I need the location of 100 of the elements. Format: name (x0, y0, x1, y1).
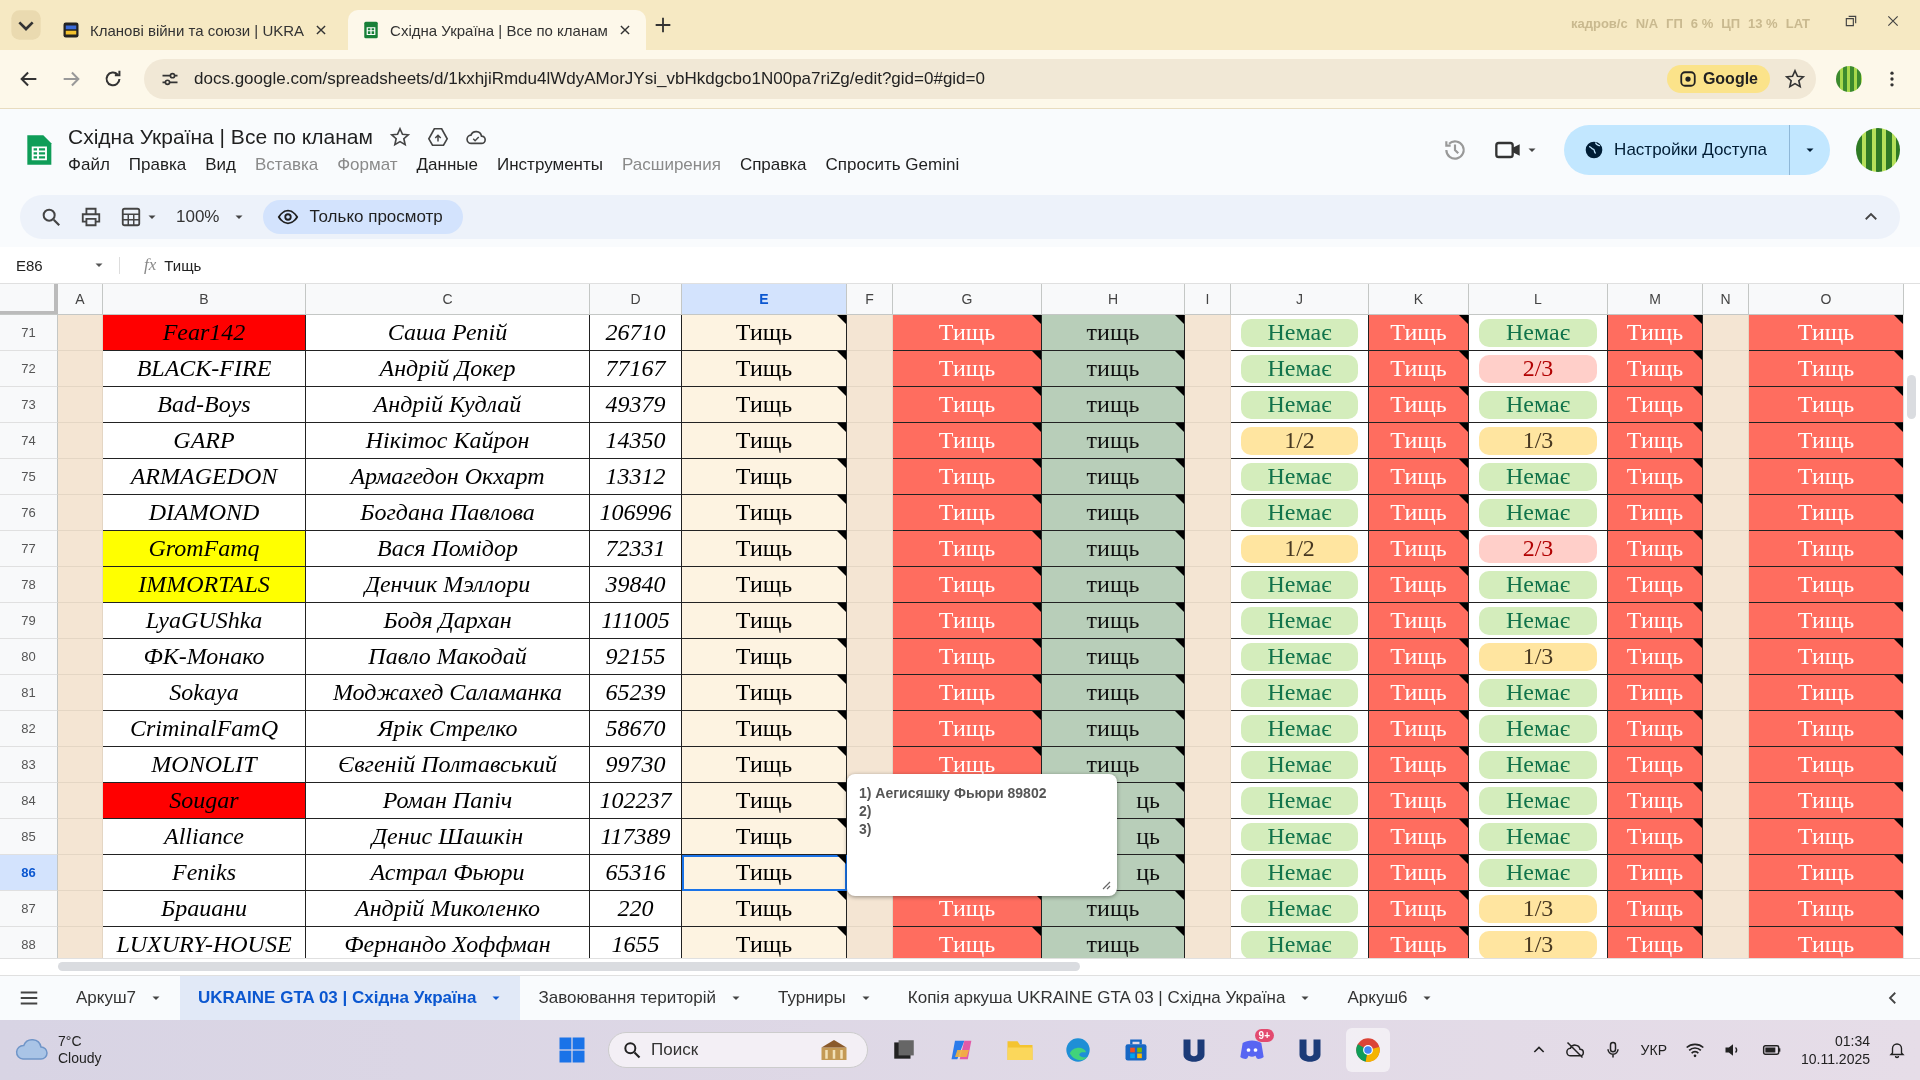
language-indicator[interactable]: УКР (1640, 1042, 1667, 1058)
row-header[interactable]: 87 (0, 891, 58, 927)
column-header[interactable]: A (58, 284, 103, 314)
table-cell[interactable]: Тищь (682, 459, 847, 495)
table-cell: Тищь (1749, 819, 1903, 855)
sheet-tab[interactable]: Завоювання територій (520, 976, 761, 1020)
column-header[interactable]: G (893, 284, 1042, 314)
table-cell[interactable]: Тищь (682, 603, 847, 639)
table-cell: Тищь (1749, 351, 1903, 387)
row-header[interactable]: 85 (0, 819, 58, 855)
clock-time[interactable]: 01:34 (1834, 1032, 1870, 1050)
table-cell: Тищь (1608, 819, 1703, 855)
table-cell[interactable]: Тищь (682, 495, 847, 531)
menu-item[interactable]: Данные (416, 155, 478, 175)
row-header[interactable]: 77 (0, 531, 58, 567)
menu-item[interactable]: Правка (128, 155, 187, 175)
status-chip: Немає (1241, 642, 1358, 671)
row-header[interactable]: 88 (0, 927, 58, 958)
status-chip: Немає (1241, 606, 1358, 635)
column-header[interactable]: M (1608, 284, 1703, 314)
sheet-tab[interactable]: UKRAINE GTA 03 | Східна Україна (180, 976, 521, 1020)
row-header[interactable]: 74 (0, 423, 58, 459)
column-header[interactable]: J (1231, 284, 1369, 314)
row-header[interactable]: 84 (0, 783, 58, 819)
table-cell[interactable]: Тищь (682, 531, 847, 567)
menu-item[interactable]: Инструменты (497, 155, 603, 175)
share-button[interactable]: Настройки Доступа (1564, 125, 1830, 175)
row-header[interactable]: 79 (0, 603, 58, 639)
name-box[interactable]: E86 (0, 256, 120, 274)
column-header[interactable]: B (103, 284, 306, 314)
table-cell[interactable]: Тищь (682, 783, 847, 819)
notification-badge: 9+ (1254, 1029, 1274, 1042)
sheet-tab[interactable]: Копія аркуша UKRAINE GTA 03 | Східна Україна (889, 976, 1330, 1020)
table-cell: Тищь (1749, 423, 1903, 459)
row-header[interactable]: 76 (0, 495, 58, 531)
column-header[interactable]: E (682, 284, 847, 314)
view-only-chip[interactable]: Только просмотр (263, 200, 463, 234)
status-chip: 1/2 (1241, 534, 1358, 563)
row-header[interactable]: 78 (0, 567, 58, 603)
table-cell[interactable]: Тищь (682, 315, 847, 351)
row-header[interactable]: 82 (0, 711, 58, 747)
table-cell: Тищь (1749, 603, 1903, 639)
menu-item[interactable]: Справка (739, 155, 807, 175)
sheet-tab[interactable]: Аркуш6 (1329, 976, 1452, 1020)
column-header[interactable]: F (847, 284, 893, 314)
formula-value[interactable]: Тищь (164, 256, 202, 274)
row-header[interactable]: 71 (0, 315, 58, 351)
row-header[interactable]: 75 (0, 459, 58, 495)
row-header[interactable]: 81 (0, 675, 58, 711)
row-header[interactable]: 83 (0, 747, 58, 783)
table-cell[interactable]: Тищь (682, 747, 847, 783)
menu-item[interactable]: Вид (205, 155, 236, 175)
table-cell: Ярік Стрелко (306, 711, 590, 747)
clock-date[interactable]: 10.11.2025 (1800, 1050, 1870, 1068)
table-cell[interactable]: Тищь (682, 675, 847, 711)
table-cell: Тищь (1608, 567, 1703, 603)
row-header[interactable]: 73 (0, 387, 58, 423)
status-chip: Немає (1241, 678, 1358, 707)
column-header[interactable]: C (306, 284, 590, 314)
column-header[interactable]: O (1749, 284, 1904, 314)
table-cell[interactable]: Тищь (682, 351, 847, 387)
table-cell: тищь (1042, 927, 1185, 958)
browser-tab[interactable]: Східна Україна | Все по кланам (348, 10, 646, 50)
column-header[interactable]: K (1369, 284, 1469, 314)
sheet-tab[interactable]: Аркуш7 (58, 976, 180, 1020)
row-header[interactable]: 80 (0, 639, 58, 675)
table-cell[interactable]: Тищь (682, 855, 847, 891)
column-header[interactable]: I (1185, 284, 1231, 314)
table-cell: Тищь (1369, 783, 1469, 819)
taskbar-search-field[interactable]: Поиск (608, 1032, 868, 1068)
table-cell: Тищь (1369, 675, 1469, 711)
table-cell[interactable]: Тищь (682, 891, 847, 927)
document-title[interactable]: Східна Україна | Все по кланам (68, 125, 373, 149)
table-cell[interactable]: Тищь (682, 927, 847, 958)
menu-item[interactable]: Файл (68, 155, 110, 175)
table-cell: Браиани (103, 891, 306, 927)
table-cell: Тищь (893, 639, 1042, 675)
status-chip: 2/3 (1479, 534, 1597, 563)
zoom-dropdown[interactable]: 100% (176, 207, 246, 227)
column-header[interactable]: L (1469, 284, 1608, 314)
table-cell[interactable]: Тищь (682, 423, 847, 459)
column-header[interactable]: H (1042, 284, 1185, 314)
status-chip: Немає (1479, 462, 1597, 491)
column-header[interactable]: N (1703, 284, 1749, 314)
table-cell[interactable]: Тищь (682, 639, 847, 675)
table-cell: Тищь (1749, 315, 1903, 351)
address-bar[interactable]: docs.google.com/spreadsheets/d/1kxhjiRmdu4lWdyAMorJYsi_vbHkdgcbo1N00pa7riZg/edit?gid=0#gid=0 Google (144, 59, 1816, 99)
browser-tab[interactable]: Кланові війни та союзи | UKRA (48, 10, 343, 50)
google-lens-chip[interactable]: Google (1666, 65, 1770, 93)
table-cell[interactable]: Тищь (682, 711, 847, 747)
menu-item[interactable]: Спросить Gemini (825, 155, 960, 175)
table-cell[interactable]: Тищь (682, 387, 847, 423)
sheet-tab[interactable]: Турниры (760, 976, 890, 1020)
row-header[interactable]: 72 (0, 351, 58, 387)
row-header[interactable]: 86 (0, 855, 58, 891)
table-cell[interactable]: Тищь (682, 567, 847, 603)
table-cell[interactable]: Тищь (682, 819, 847, 855)
table-cell: Тищь (893, 603, 1042, 639)
table-cell: Тищь (1369, 819, 1469, 855)
table-cell: Андрій Кудлай (306, 387, 590, 423)
